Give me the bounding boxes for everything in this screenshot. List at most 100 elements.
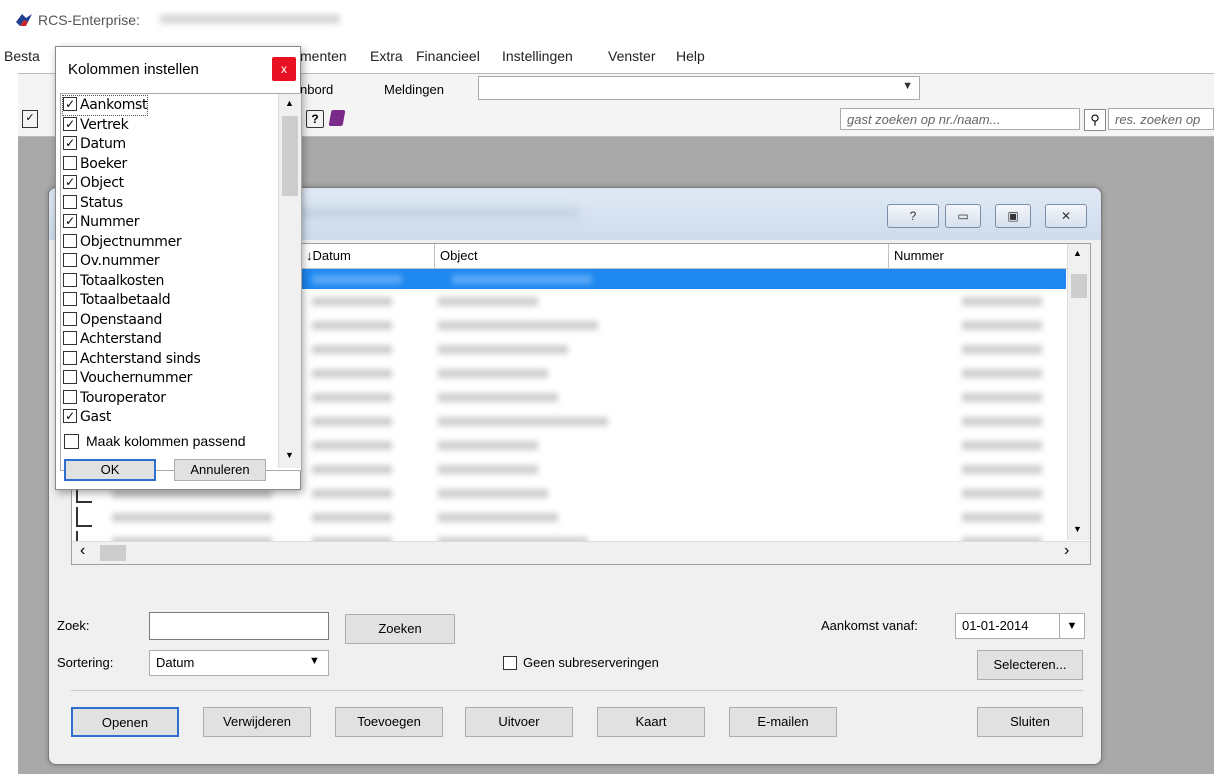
column-option-checkbox[interactable]: ✓ bbox=[63, 409, 77, 423]
scroll-down-icon[interactable]: ▼ bbox=[1073, 524, 1082, 534]
ok-button[interactable]: OK bbox=[64, 459, 156, 481]
export-button[interactable]: Uitvoer bbox=[465, 707, 573, 737]
map-button[interactable]: Kaart bbox=[597, 707, 705, 737]
column-option-status[interactable]: Status bbox=[63, 194, 123, 213]
menu-bestand[interactable]: Besta bbox=[4, 48, 40, 64]
close-button[interactable]: ✕ bbox=[1045, 204, 1087, 228]
cancel-button[interactable]: Annuleren bbox=[174, 459, 266, 481]
column-option-ov-nummer[interactable]: Ov.nummer bbox=[63, 252, 160, 271]
select-button[interactable]: Selecteren... bbox=[977, 650, 1083, 680]
sort-select[interactable]: Datum bbox=[149, 650, 329, 676]
scroll-right-icon[interactable]: › bbox=[1064, 542, 1069, 560]
scroll-left-icon[interactable]: ‹ bbox=[80, 542, 85, 560]
column-header-datum[interactable]: ↓Datum bbox=[300, 244, 434, 268]
grid-vertical-scrollbar[interactable]: ▲ ▼ bbox=[1067, 244, 1090, 540]
window-title: RCS-Enterprise: bbox=[38, 12, 140, 28]
email-button[interactable]: E-mailen bbox=[729, 707, 837, 737]
column-option-achterstand[interactable]: Achterstand bbox=[63, 330, 162, 349]
dialog-title: Kolommen instellen bbox=[68, 61, 199, 78]
table-row[interactable] bbox=[72, 507, 1066, 527]
menu-extra[interactable]: Extra bbox=[370, 48, 403, 64]
column-option-totaalbetaald[interactable]: Totaalbetaald bbox=[63, 291, 171, 310]
column-option-checkbox[interactable]: ✓ bbox=[63, 116, 77, 131]
delete-button[interactable]: Verwijderen bbox=[203, 707, 311, 737]
grid-hscroll-thumb[interactable] bbox=[100, 545, 126, 561]
menu-help[interactable]: Help bbox=[676, 48, 705, 64]
menu-financieel[interactable]: Financieel bbox=[416, 48, 480, 64]
no-subreservations-label: Geen subreserveringen bbox=[523, 655, 659, 670]
guest-search-input[interactable]: gast zoeken op nr./naam... bbox=[840, 108, 1080, 130]
arrival-from-date[interactable]: 01-01-2014 bbox=[955, 613, 1061, 639]
search-input[interactable] bbox=[149, 612, 329, 640]
reservation-search-input[interactable]: res. zoeken op bbox=[1108, 108, 1214, 130]
scroll-down-icon[interactable]: ▼ bbox=[285, 450, 294, 460]
scroll-up-icon[interactable]: ▲ bbox=[285, 98, 294, 108]
book-icon[interactable] bbox=[328, 110, 346, 126]
column-option-achterstand-sinds[interactable]: Achterstand sinds bbox=[63, 350, 201, 369]
help-book-icon[interactable]: ? bbox=[306, 110, 324, 128]
column-option-checkbox[interactable]: ✓ bbox=[63, 97, 77, 111]
column-list-scroll-thumb[interactable] bbox=[282, 116, 298, 196]
column-option-checkbox[interactable] bbox=[63, 292, 77, 306]
column-option-object[interactable]: ✓ Object bbox=[63, 174, 124, 193]
menu-documenten[interactable]: menten bbox=[300, 48, 347, 64]
question-icon: ? bbox=[909, 209, 917, 223]
minimize-button[interactable]: ▭ bbox=[945, 204, 981, 228]
column-option-checkbox[interactable] bbox=[63, 370, 77, 384]
column-header-nummer[interactable]: Nummer bbox=[888, 244, 1058, 268]
maximize-icon: ▣ bbox=[1007, 209, 1019, 223]
column-option-totaalkosten[interactable]: Totaalkosten bbox=[63, 272, 164, 291]
column-option-label: Status bbox=[80, 194, 123, 211]
column-option-boeker[interactable]: Boeker bbox=[63, 155, 127, 174]
close-window-button[interactable]: Sluiten bbox=[977, 707, 1083, 737]
chevron-down-icon[interactable]: ▼ bbox=[1059, 613, 1085, 639]
column-option-label: Ov.nummer bbox=[80, 253, 160, 269]
column-option-checkbox[interactable] bbox=[63, 194, 77, 209]
column-list-scrollbar[interactable]: ▲ ▼ bbox=[278, 94, 301, 468]
grid-vscroll-thumb[interactable] bbox=[1071, 274, 1087, 298]
column-header-object[interactable]: Object bbox=[434, 244, 888, 268]
column-option-checkbox[interactable] bbox=[63, 311, 77, 326]
open-button[interactable]: Openen bbox=[71, 707, 179, 737]
tab-dashboard[interactable]: nbord bbox=[300, 82, 333, 97]
column-option-checkbox[interactable] bbox=[63, 155, 77, 170]
column-option-vertrek[interactable]: ✓ Vertrek bbox=[63, 116, 129, 135]
search-icon[interactable]: ⚲ bbox=[1084, 109, 1106, 131]
column-option-checkbox[interactable] bbox=[63, 331, 77, 345]
maximize-button[interactable]: ▣ bbox=[995, 204, 1031, 228]
search-button[interactable]: Zoeken bbox=[345, 614, 455, 644]
tab-meldingen[interactable]: Meldingen bbox=[384, 82, 444, 97]
column-option-checkbox[interactable] bbox=[63, 272, 77, 287]
column-option-checkbox[interactable] bbox=[63, 389, 77, 404]
column-option-nummer[interactable]: ✓ Nummer bbox=[63, 213, 140, 232]
scroll-up-icon[interactable]: ▲ bbox=[1073, 248, 1082, 258]
column-option-vouchernummer[interactable]: Vouchernummer bbox=[63, 369, 192, 388]
help-button[interactable]: ? bbox=[887, 204, 939, 228]
column-option-objectnummer[interactable]: Objectnummer bbox=[63, 233, 182, 252]
add-button[interactable]: Toevoegen bbox=[335, 707, 443, 737]
column-option-label: Boeker bbox=[80, 155, 127, 172]
checklist-icon[interactable]: ✓ bbox=[22, 110, 38, 128]
fit-columns-checkbox[interactable] bbox=[64, 434, 79, 449]
column-option-checkbox[interactable] bbox=[63, 253, 77, 267]
toolbar-combo[interactable]: ▼ bbox=[478, 76, 920, 100]
chevron-down-icon: ▼ bbox=[902, 80, 913, 92]
column-option-checkbox[interactable]: ✓ bbox=[63, 136, 77, 150]
menu-venster[interactable]: Venster bbox=[608, 48, 655, 64]
column-option-checkbox[interactable] bbox=[63, 350, 77, 365]
column-option-aankomst[interactable]: ✓ Aankomst bbox=[61, 95, 149, 116]
arrival-from-label: Aankomst vanaf: bbox=[821, 618, 918, 633]
column-option-openstaand[interactable]: Openstaand bbox=[63, 311, 162, 330]
column-option-checkbox[interactable] bbox=[63, 233, 77, 248]
column-option-gast[interactable]: ✓ Gast bbox=[63, 408, 111, 427]
menu-instellingen[interactable]: Instellingen bbox=[502, 48, 573, 64]
dialog-close-button[interactable]: x bbox=[272, 57, 296, 81]
grid-horizontal-scrollbar[interactable]: ‹ › bbox=[72, 541, 1090, 564]
no-subreservations-checkbox[interactable] bbox=[503, 656, 517, 670]
column-option-datum[interactable]: ✓ Datum bbox=[63, 135, 126, 154]
column-option-label: Achterstand sinds bbox=[80, 350, 201, 367]
column-list[interactable]: ✓ Aankomst ✓ Vertrek ✓ Datum Boeker ✓ Object Stat… bbox=[60, 93, 302, 471]
column-option-touroperator[interactable]: Touroperator bbox=[63, 389, 166, 408]
column-option-checkbox[interactable]: ✓ bbox=[63, 214, 77, 228]
column-option-checkbox[interactable]: ✓ bbox=[63, 175, 77, 189]
